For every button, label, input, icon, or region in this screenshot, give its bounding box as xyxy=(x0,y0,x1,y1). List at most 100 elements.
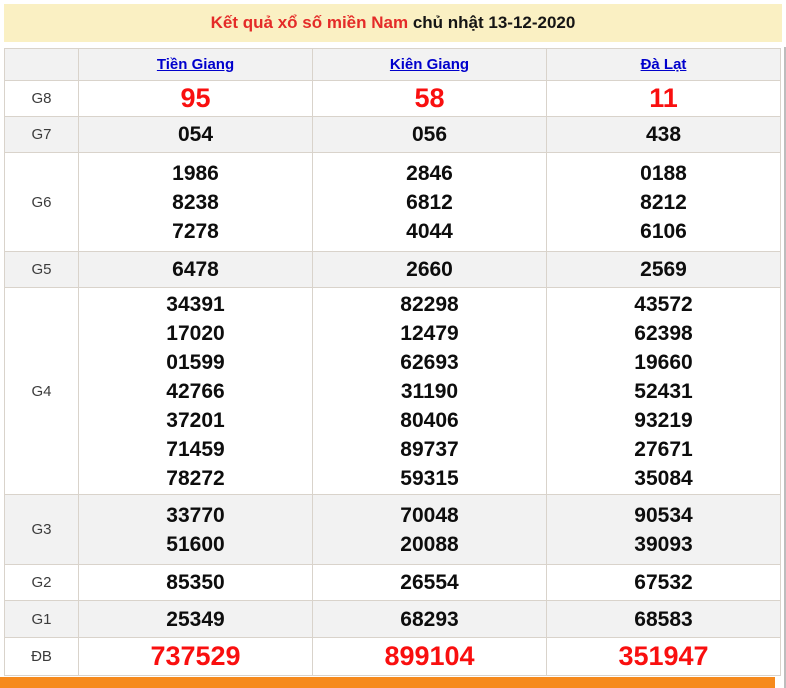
prize-label: G2 xyxy=(4,564,79,601)
prize-number: 8212 xyxy=(640,190,687,214)
prize-number: 58 xyxy=(414,83,445,113)
prize-number: 6106 xyxy=(640,219,687,243)
prize-number: 31190 xyxy=(400,379,459,403)
prize-cell: 26554 xyxy=(312,564,547,601)
prize-row: G2 85350 26554 67532 xyxy=(4,564,781,601)
prize-number: 899104 xyxy=(384,641,475,671)
prize-number: 6478 xyxy=(172,258,219,281)
prize-number: 78272 xyxy=(166,466,225,490)
prize-cell: 25349 xyxy=(78,600,313,638)
prize-cell: 68583 xyxy=(546,600,781,638)
prize-label: G3 xyxy=(4,494,79,565)
prize-label: G6 xyxy=(4,152,79,252)
prize-cell: 899104 xyxy=(312,637,547,676)
column-header: Đà Lạt xyxy=(546,48,781,81)
page-title: Kết quả xổ số miền Nam chủ nhật 13-12-20… xyxy=(4,4,782,42)
prize-number: 68583 xyxy=(634,607,693,631)
page: Kết quả xổ số miền Nam chủ nhật 13-12-20… xyxy=(0,0,786,688)
prize-number: 054 xyxy=(177,123,214,146)
prize-row: G4 34391 17020 01599 42766 37201 71459 78272 822… xyxy=(4,287,781,495)
corner-cell xyxy=(4,48,79,81)
prize-row: ĐB 737529 899104 351947 xyxy=(4,637,781,676)
prize-cell: 58 xyxy=(312,80,547,117)
prize-number: 6812 xyxy=(406,190,453,214)
province-link[interactable]: Tiền Giang xyxy=(157,56,234,73)
prize-number: 70048 xyxy=(400,503,459,527)
prize-cell: 0188 8212 6106 xyxy=(546,152,781,252)
prize-number: 34391 xyxy=(166,292,225,316)
prize-number: 35084 xyxy=(634,466,693,490)
prize-number: 27671 xyxy=(634,437,693,461)
prize-cell: 33770 51600 xyxy=(78,494,313,565)
prize-number: 1986 xyxy=(172,161,219,185)
prize-cell: 1986 8238 7278 xyxy=(78,152,313,252)
prize-cell: 2846 6812 4044 xyxy=(312,152,547,252)
province-link[interactable]: Đà Lạt xyxy=(641,56,687,73)
prize-cell: 737529 xyxy=(78,637,313,676)
prize-cell: 34391 17020 01599 42766 37201 71459 78272 xyxy=(78,287,313,495)
prize-number: 62693 xyxy=(400,350,459,374)
prize-cell: 2569 xyxy=(546,251,781,288)
prize-number: 39093 xyxy=(634,532,693,556)
page-title-date: chủ nhật 13-12-2020 xyxy=(412,13,576,32)
prize-label: G1 xyxy=(4,600,79,638)
prize-number: 68293 xyxy=(400,607,459,631)
prize-number: 43572 xyxy=(634,292,693,316)
prize-number: 52431 xyxy=(634,379,693,403)
prize-label: G7 xyxy=(4,116,79,153)
prize-number: 2569 xyxy=(640,258,687,281)
prize-label: G5 xyxy=(4,251,79,288)
province-link[interactable]: Kiên Giang xyxy=(390,56,469,73)
prize-number: 0188 xyxy=(640,161,687,185)
prize-number: 67532 xyxy=(634,571,693,594)
prize-row: G8 95 58 11 xyxy=(4,80,781,117)
prize-cell: 90534 39093 xyxy=(546,494,781,565)
prize-number: 33770 xyxy=(166,503,225,527)
prize-number: 51600 xyxy=(166,532,225,556)
prize-cell: 351947 xyxy=(546,637,781,676)
prize-number: 7278 xyxy=(172,219,219,243)
prize-cell: 11 xyxy=(546,80,781,117)
prize-number: 19660 xyxy=(634,350,693,374)
prize-row: G7 054 056 438 xyxy=(4,116,781,153)
prize-number: 351947 xyxy=(618,641,709,671)
prize-label: ĐB xyxy=(4,637,79,676)
prize-cell: 82298 12479 62693 31190 80406 89737 59315 xyxy=(312,287,547,495)
bottom-divider xyxy=(0,677,775,688)
prize-number: 82298 xyxy=(400,292,459,316)
prize-number: 11 xyxy=(649,83,678,113)
column-header: Kiên Giang xyxy=(312,48,547,81)
prize-cell: 2660 xyxy=(312,251,547,288)
prize-cell: 67532 xyxy=(546,564,781,601)
prize-cell: 056 xyxy=(312,116,547,153)
prize-number: 8238 xyxy=(172,190,219,214)
prize-number: 93219 xyxy=(634,408,693,432)
prize-number: 2660 xyxy=(406,258,453,281)
prize-number: 17020 xyxy=(166,321,225,345)
prize-number: 59315 xyxy=(400,466,459,490)
prize-number: 42766 xyxy=(166,379,225,403)
prize-number: 80406 xyxy=(400,408,459,432)
prize-number: 25349 xyxy=(166,607,225,631)
prize-label: G8 xyxy=(4,80,79,117)
prize-number: 62398 xyxy=(634,321,693,345)
prize-number: 2846 xyxy=(406,161,453,185)
prize-cell: 438 xyxy=(546,116,781,153)
prize-number: 71459 xyxy=(166,437,225,461)
prize-number: 01599 xyxy=(166,350,225,374)
prize-number: 4044 xyxy=(406,219,453,243)
prize-row: G6 1986 8238 7278 2846 6812 4044 0188 8212 6106 xyxy=(4,152,781,252)
header-row: Tiền Giang Kiên Giang Đà Lạt xyxy=(4,48,781,81)
prize-number: 12479 xyxy=(400,321,459,345)
prize-number: 95 xyxy=(180,83,211,113)
prize-cell: 68293 xyxy=(312,600,547,638)
prize-number: 37201 xyxy=(166,408,225,432)
prize-row: G1 25349 68293 68583 xyxy=(4,600,781,638)
prize-cell: 95 xyxy=(78,80,313,117)
prize-cell: 43572 62398 19660 52431 93219 27671 35084 xyxy=(546,287,781,495)
prize-number: 056 xyxy=(411,123,448,146)
prize-number: 85350 xyxy=(166,571,225,594)
prize-row: G5 6478 2660 2569 xyxy=(4,251,781,288)
prize-cell: 6478 xyxy=(78,251,313,288)
prize-number: 20088 xyxy=(400,532,459,556)
